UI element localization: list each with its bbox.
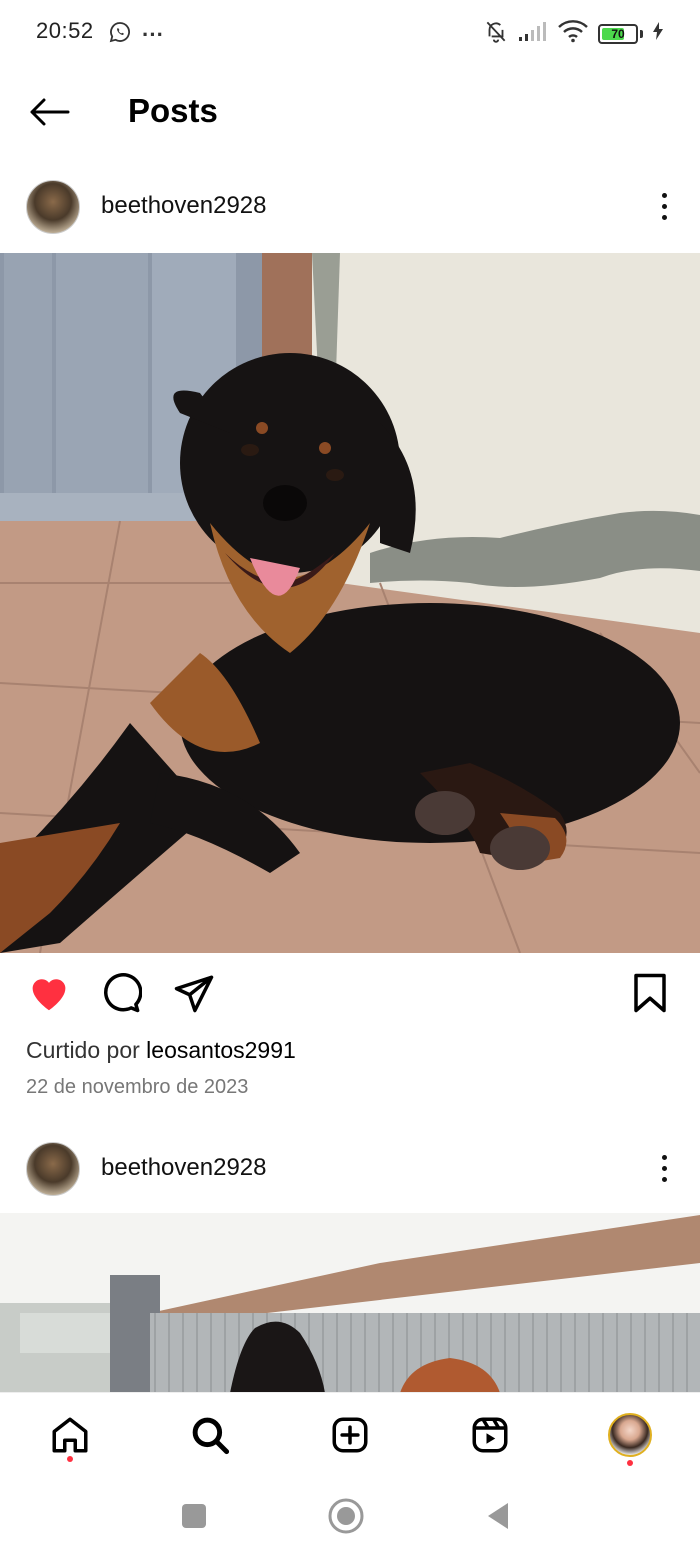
avatar[interactable] [26,180,80,234]
page-title: Posts [128,92,218,129]
whatsapp-icon [108,20,132,49]
nav-reels[interactable] [466,1411,514,1459]
nav-profile[interactable] [606,1411,654,1459]
dog-photo [0,253,700,953]
dot [661,192,667,198]
circle-icon [328,1498,364,1534]
triangle-back-icon [488,1503,508,1529]
avatar[interactable] [26,1142,80,1196]
nav-home[interactable] [46,1411,94,1459]
post-photo[interactable] [0,1213,700,1393]
nav-create[interactable] [326,1411,374,1459]
send-icon [174,975,214,1013]
wifi-icon [557,19,589,48]
create-icon [332,1417,368,1453]
dot [661,203,667,209]
bell-off-icon [483,18,509,49]
bookmark-icon [634,973,666,1013]
reels-icon [472,1417,508,1453]
dot [661,1165,667,1171]
search-icon [192,1417,230,1455]
back-button[interactable] [26,92,72,132]
back-system-button[interactable] [478,1496,518,1536]
heart-filled-icon [32,979,66,1011]
liked-by-user[interactable]: leosantos2991 [146,1037,296,1063]
home-notification-dot [67,1456,73,1462]
liked-by-text: Curtido por leosantos2991 [26,1037,296,1064]
home-system-button[interactable] [326,1496,366,1536]
square-icon [182,1504,206,1528]
more-notifications-icon: ··· [142,21,164,47]
comment-button[interactable] [100,972,143,1019]
arrow-left-icon [30,98,70,126]
post-date: 22 de novembro de 2023 [26,1076,249,1098]
post-username[interactable]: beethoven2928 [101,1154,267,1182]
dot [661,1176,667,1182]
profile-avatar [608,1413,652,1457]
post-username[interactable]: beethoven2928 [101,192,267,220]
profile-notification-dot [627,1460,633,1466]
post-photo[interactable] [0,253,700,953]
post-header: beethoven2928 [0,1124,700,1214]
building-photo [0,1213,700,1393]
post-actions [0,962,700,1026]
more-options-button[interactable] [654,186,674,226]
like-button[interactable] [27,972,71,1017]
status-bar: 20:52 ··· 70 [0,0,700,66]
share-button[interactable] [173,972,215,1019]
status-time: 20:52 [36,18,94,43]
signal-icon [518,20,548,47]
more-options-button[interactable] [654,1148,674,1188]
dot [661,1154,667,1160]
charging-icon [652,21,664,46]
recent-apps-button[interactable] [174,1496,214,1536]
bottom-nav [0,1392,700,1478]
battery-level: 70 [611,26,625,41]
dot [661,214,667,220]
liked-by-prefix: Curtido por [26,1037,147,1063]
post-header: beethoven2928 [0,162,700,252]
comment-icon [104,973,143,1013]
battery-icon: 70 [598,23,638,44]
save-button[interactable] [630,972,670,1019]
app-header: Posts [0,66,700,160]
nav-search[interactable] [186,1411,234,1459]
system-nav [0,1478,700,1556]
home-icon [52,1417,88,1453]
